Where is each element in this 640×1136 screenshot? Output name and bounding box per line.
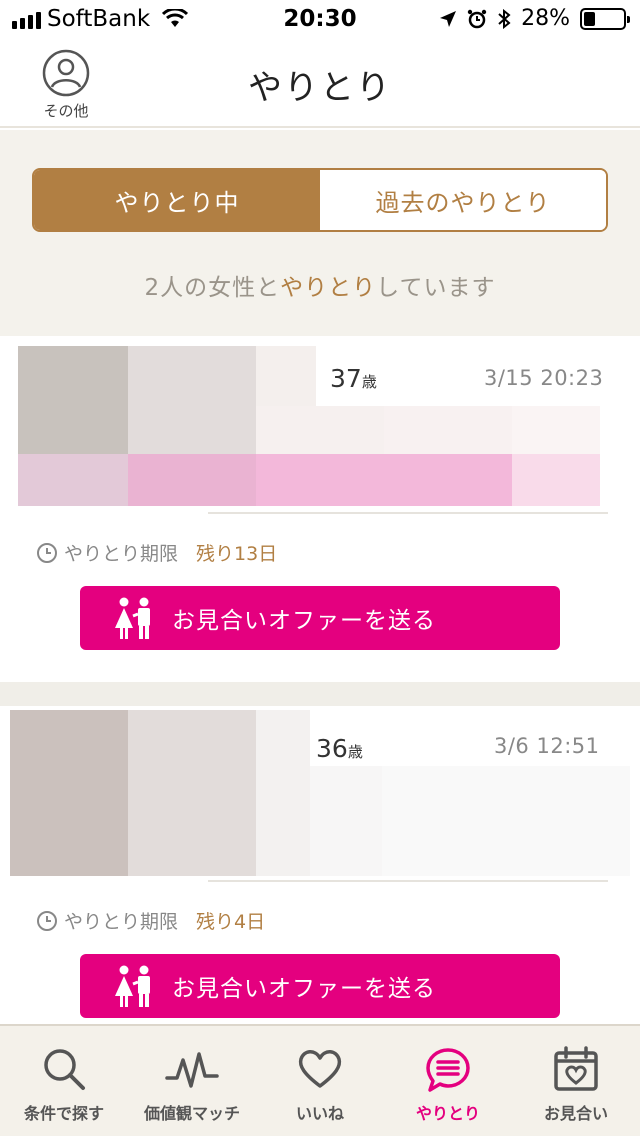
deadline-label: やりとり期限 (64, 543, 179, 565)
age: 37歳 (330, 364, 377, 393)
tab-label: お見合い (543, 1104, 608, 1123)
deadline-row: やりとり期限 残り13日 (36, 539, 277, 566)
clock-icon (37, 542, 57, 563)
summary-suffix: しています (376, 275, 496, 301)
age-number: 36 (316, 734, 348, 763)
tab-label: 条件で探す (23, 1104, 104, 1123)
bluetooth-icon (498, 8, 511, 29)
deadline-row: やりとり期限 残り4日 (36, 907, 265, 934)
send-offer-button[interactable]: お見合いオファーを送る (80, 586, 560, 650)
status-bar: SoftBank 20:30 28% (0, 0, 640, 40)
last-message-date: 3/6 12:51 (494, 734, 600, 758)
location-icon (440, 10, 457, 27)
tab-past[interactable]: 過去のやりとり (320, 170, 606, 230)
remaining-days: 残り4日 (196, 911, 266, 933)
couple-icon (115, 597, 150, 639)
divider (208, 880, 608, 882)
alarm-icon (467, 9, 487, 28)
conversation-card[interactable]: 37歳 3/15 20:23 やりとり期限 残り13日 お見合いオファーを送る (0, 336, 640, 682)
send-offer-button[interactable]: お見合いオファーを送る (80, 954, 560, 1018)
couple-icon (115, 965, 150, 1007)
tab-omiai[interactable]: お見合い (512, 1026, 640, 1136)
page-title: やりとり (248, 68, 392, 108)
tab-label: やりとり (415, 1104, 480, 1123)
tab-label: 価値観マッチ (143, 1104, 240, 1123)
tab-area: やりとり中 過去のやりとり 2人の女性とやりとりしています (0, 130, 640, 336)
tab-values-match[interactable]: 価値観マッチ (128, 1026, 256, 1136)
age-unit: 歳 (347, 743, 363, 761)
tab-messages[interactable]: やりとり (384, 1026, 512, 1136)
tab-search[interactable]: 条件で探す (0, 1026, 128, 1136)
age-number: 37 (330, 364, 362, 393)
summary-highlight: やりとり (280, 275, 377, 301)
clock-icon (37, 910, 57, 931)
summary-prefix: 2人の女性と (144, 275, 281, 301)
send-offer-label: お見合いオファーを送る (172, 608, 436, 634)
pulse-icon (165, 1052, 219, 1088)
conversation-card[interactable]: 36歳 3/6 12:51 やりとり期限 残り4日 お見合いオファーを送る (0, 706, 640, 1024)
tab-label: いいね (295, 1104, 344, 1123)
battery-icon (580, 7, 630, 30)
conversation-summary: 2人の女性とやりとりしています (0, 268, 640, 302)
segmented-control: やりとり中 過去のやりとり (32, 168, 608, 232)
chat-icon (426, 1048, 470, 1092)
deadline-label: やりとり期限 (64, 911, 179, 933)
age-unit: 歳 (361, 373, 377, 391)
last-message-date: 3/15 20:23 (484, 366, 604, 390)
heart-icon (298, 1050, 342, 1088)
nav-header: その他 やりとり (0, 40, 640, 128)
age: 36歳 (316, 734, 363, 763)
remaining-days: 残り13日 (196, 543, 278, 565)
card-separator (0, 682, 640, 706)
battery-percent: 28% (521, 6, 570, 31)
tab-bar: 条件で探す 価値観マッチ いいね やりとり お見合い (0, 1024, 640, 1136)
search-icon (44, 1049, 85, 1090)
tab-in-progress[interactable]: やりとり中 (34, 170, 320, 230)
send-offer-label: お見合いオファーを送る (172, 976, 436, 1002)
calendar-heart-icon (554, 1046, 598, 1091)
tab-likes[interactable]: いいね (256, 1026, 384, 1136)
divider (208, 512, 608, 514)
